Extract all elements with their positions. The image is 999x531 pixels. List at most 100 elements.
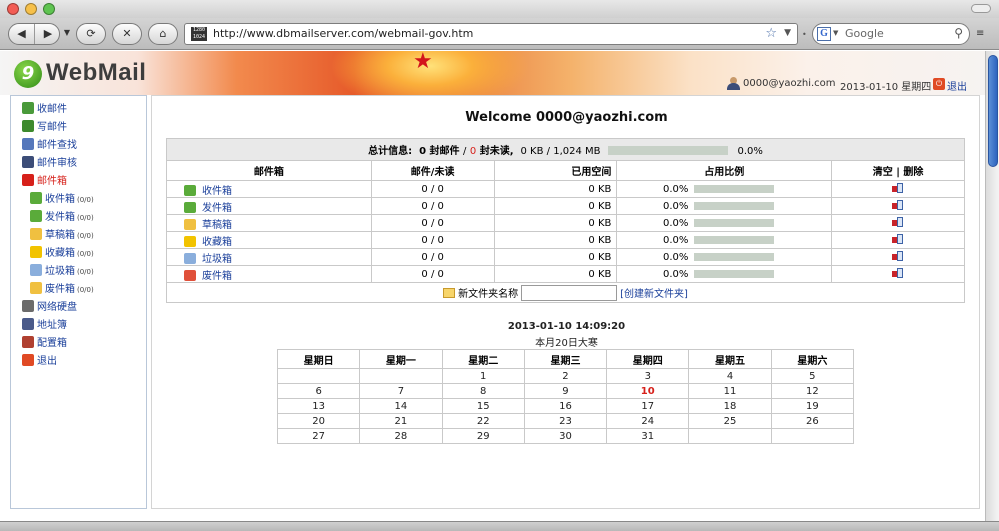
mailbox-link[interactable]: 收件箱 bbox=[202, 186, 232, 197]
calendar-day[interactable]: 5 bbox=[770, 368, 855, 384]
forward-arrow-icon[interactable]: ▶ bbox=[35, 24, 61, 44]
calendar-week: 6 7 8 9 10 11 12 bbox=[276, 383, 855, 399]
clear-mailbox-icon[interactable] bbox=[892, 200, 904, 211]
calendar-day[interactable]: 3 bbox=[606, 368, 690, 384]
sidebar-item-1[interactable]: 写邮件 bbox=[22, 120, 67, 136]
calendar-day[interactable]: 30 bbox=[523, 428, 608, 444]
calendar-day[interactable]: 6 bbox=[276, 383, 361, 399]
calendar-day[interactable]: 31 bbox=[606, 428, 690, 444]
calendar-day[interactable]: 23 bbox=[523, 413, 608, 429]
back-arrow-icon[interactable]: ◀ bbox=[9, 24, 35, 44]
sidebar-item-6[interactable]: 发件箱 (0/0) bbox=[30, 210, 94, 226]
calendar-day bbox=[770, 428, 855, 444]
sidebar-item-label: 退出 bbox=[37, 356, 57, 367]
new-folder-input[interactable] bbox=[521, 284, 618, 301]
logout-icon[interactable]: ⏻ bbox=[933, 78, 945, 90]
calendar-day[interactable]: 8 bbox=[441, 383, 525, 399]
sidebar-item-12[interactable]: 地址簿 bbox=[22, 318, 67, 334]
mailbox-ratio: 0.0% bbox=[662, 251, 689, 263]
clear-mailbox-icon[interactable] bbox=[892, 234, 904, 245]
sidebar-item-3[interactable]: 邮件审核 bbox=[22, 156, 77, 172]
toolbar-toggle-button[interactable] bbox=[971, 4, 991, 13]
mailbox-link[interactable]: 垃圾箱 bbox=[202, 254, 232, 265]
calendar-day[interactable]: 11 bbox=[688, 383, 772, 399]
calendar-day[interactable]: 7 bbox=[359, 383, 443, 399]
reload-icon[interactable]: ⟳ bbox=[76, 23, 106, 45]
calendar-day[interactable]: 17 bbox=[606, 398, 690, 414]
history-dropdown-icon[interactable]: ▼ bbox=[61, 23, 73, 45]
calendar: 星期日 星期一 星期二 星期三 星期四 星期五 星期六 1 2 3 4 5 6 7 8 9 10 11 12 13 1… bbox=[276, 349, 855, 444]
sidebar-item-2[interactable]: 邮件查找 bbox=[22, 138, 77, 154]
mailbox-link[interactable]: 发件箱 bbox=[202, 203, 232, 214]
calendar-day[interactable]: 14 bbox=[359, 398, 443, 414]
calendar-day[interactable]: 21 bbox=[359, 413, 443, 429]
create-folder-link[interactable]: [创建新文件夹] bbox=[620, 289, 688, 300]
sidebar-item-10[interactable]: 废件箱 (0/0) bbox=[30, 282, 94, 298]
sidebar-item-count: (0/0) bbox=[77, 196, 94, 204]
sidebar-item-4[interactable]: 邮件箱 bbox=[22, 174, 67, 190]
calendar-day[interactable]: 9 bbox=[523, 383, 608, 399]
search-placeholder[interactable]: Google bbox=[845, 27, 884, 40]
mailbox-link[interactable]: 草稿箱 bbox=[202, 220, 232, 231]
mailbox-messages: 0 / 0 bbox=[370, 265, 495, 283]
sidebar-item-5[interactable]: 收件箱 (0/0) bbox=[30, 192, 94, 208]
window-zoom-button[interactable] bbox=[43, 3, 55, 15]
google-engine-icon[interactable]: G bbox=[817, 27, 831, 41]
calendar-day[interactable]: 26 bbox=[770, 413, 855, 429]
home-icon[interactable]: ⌂ bbox=[148, 23, 178, 45]
sidebar-item-9[interactable]: 垃圾箱 (0/0) bbox=[30, 264, 94, 280]
calendar-day[interactable]: 19 bbox=[770, 398, 855, 414]
calendar-day[interactable]: 28 bbox=[359, 428, 443, 444]
webmail-logo-text: WebMail bbox=[46, 59, 147, 86]
clear-mailbox-icon[interactable] bbox=[892, 251, 904, 262]
mailbox-link[interactable]: 收藏箱 bbox=[202, 237, 232, 248]
sidebar-item-0[interactable]: 收邮件 bbox=[22, 102, 67, 118]
sidebar-item-13[interactable]: 配置箱 bbox=[22, 336, 67, 352]
calendar-day[interactable]: 18 bbox=[688, 398, 772, 414]
calendar-today[interactable]: 10 bbox=[606, 383, 690, 399]
search-box[interactable]: G ▼ Google ⚲ bbox=[812, 23, 970, 45]
address-bar-url[interactable]: http://www.dbmailserver.com/webmail-gov.… bbox=[213, 27, 473, 40]
address-bar[interactable]: 1280 1024 http://www.dbmailserver.com/web… bbox=[184, 23, 798, 45]
bookmark-star-icon[interactable]: ☆ bbox=[765, 26, 777, 41]
clear-mailbox-icon[interactable] bbox=[892, 217, 904, 228]
folder-icon bbox=[443, 287, 456, 298]
stop-icon[interactable]: ✕ bbox=[112, 23, 142, 45]
mailbox-table: 总计信息: 0 封邮件 / 0 封未读, 0 KB / 1,024 MB 0.0… bbox=[166, 138, 965, 303]
calendar-day[interactable]: 4 bbox=[688, 368, 772, 384]
mailbox-link[interactable]: 废件箱 bbox=[202, 271, 232, 282]
calendar-day[interactable]: 25 bbox=[688, 413, 772, 429]
trash-icon bbox=[30, 264, 42, 276]
calendar-day[interactable]: 27 bbox=[276, 428, 361, 444]
calendar-day[interactable]: 22 bbox=[441, 413, 525, 429]
sidebar-item-14[interactable]: 退出 bbox=[22, 354, 57, 370]
scrollbar-thumb[interactable] bbox=[988, 55, 998, 167]
engine-dropdown-icon[interactable]: ▼ bbox=[833, 29, 838, 37]
page-scrollbar[interactable] bbox=[985, 51, 999, 521]
sidebar-item-11[interactable]: 网络硬盘 bbox=[22, 300, 77, 316]
window-minimize-button[interactable] bbox=[25, 3, 37, 15]
sidebar-item-7[interactable]: 草稿箱 (0/0) bbox=[30, 228, 94, 244]
logout-link[interactable]: 退出 bbox=[947, 78, 967, 93]
delete-mailbox-icon[interactable] bbox=[892, 268, 904, 279]
calendar-day[interactable]: 1 bbox=[441, 368, 525, 384]
calendar-day[interactable]: 16 bbox=[523, 398, 608, 414]
sidebar-item-label: 收藏箱 bbox=[45, 248, 75, 259]
calendar-day[interactable]: 13 bbox=[276, 398, 361, 414]
calendar-day[interactable]: 29 bbox=[441, 428, 525, 444]
compose-mail-icon bbox=[22, 120, 34, 132]
calendar-day[interactable]: 24 bbox=[606, 413, 690, 429]
more-tools-icon[interactable]: ≡ bbox=[976, 28, 984, 39]
calendar-day[interactable]: 15 bbox=[441, 398, 525, 414]
summary-unread-label: 封未读, bbox=[479, 146, 514, 157]
mailbox-ratio: 0.0% bbox=[662, 268, 689, 280]
sidebar-item-label: 发件箱 bbox=[45, 212, 75, 223]
window-close-button[interactable] bbox=[7, 3, 19, 15]
calendar-day[interactable]: 12 bbox=[770, 383, 855, 399]
search-magnifier-icon[interactable]: ⚲ bbox=[954, 26, 963, 40]
url-dropdown-icon[interactable]: ▼ bbox=[784, 28, 791, 38]
clear-mailbox-icon[interactable] bbox=[892, 183, 904, 194]
calendar-day[interactable]: 2 bbox=[523, 368, 608, 384]
calendar-day[interactable]: 20 bbox=[276, 413, 361, 429]
sidebar-item-8[interactable]: 收藏箱 (0/0) bbox=[30, 246, 94, 262]
